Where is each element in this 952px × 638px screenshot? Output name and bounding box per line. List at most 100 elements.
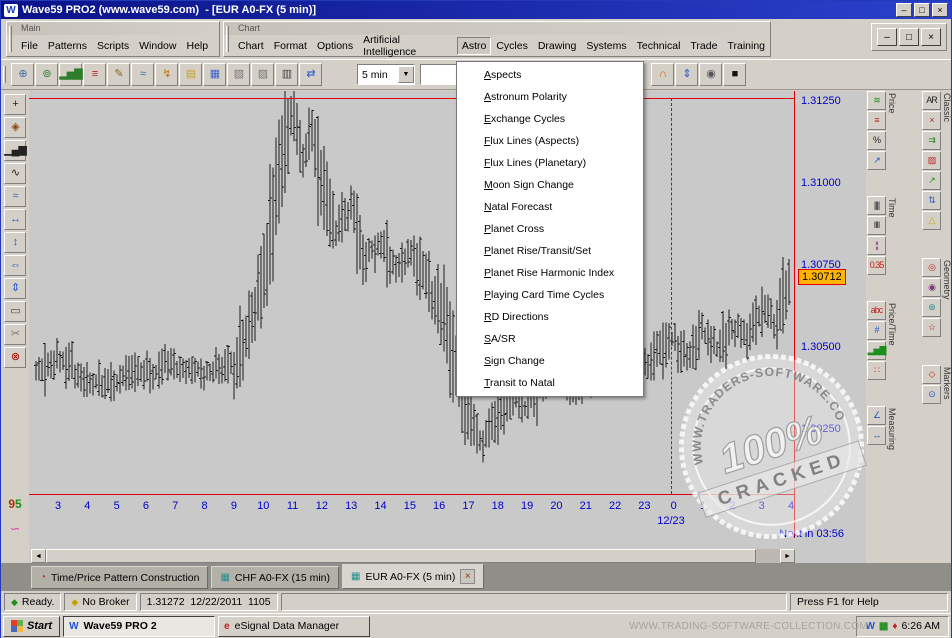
snapshot-icon[interactable]: ▧ — [227, 63, 250, 86]
astro-menu-item[interactable]: Planet Cross — [457, 218, 643, 240]
menu-cycles[interactable]: Cycles — [491, 37, 533, 55]
menu-options[interactable]: Options — [312, 37, 358, 55]
close-button[interactable]: × — [932, 3, 948, 17]
astro-menu-item[interactable]: Aspects — [457, 64, 643, 86]
measure-tool-icon[interactable]: ↔ — [867, 426, 886, 445]
ar-icon[interactable]: AR — [922, 91, 941, 110]
circle-tool-icon[interactable]: ◎ — [922, 258, 941, 277]
trend-arrows-icon[interactable]: ⇉ — [922, 131, 941, 150]
percent-icon[interactable]: % — [867, 131, 886, 150]
astro-menu-item[interactable]: Transit to Natal — [457, 372, 643, 394]
astro-menu-item[interactable]: Planet Rise Harmonic Index — [457, 262, 643, 284]
triangle-icon[interactable]: △ — [922, 211, 941, 230]
chart-plot[interactable] — [29, 91, 796, 546]
save-icon[interactable]: ▦ — [203, 63, 226, 86]
ohlc-icon[interactable]: ∩ — [651, 63, 674, 86]
grid-tool-icon[interactable]: # — [867, 321, 886, 340]
price-retracement-icon[interactable]: ≋ — [867, 91, 886, 110]
price-arrow-icon[interactable]: ↗ — [867, 151, 886, 170]
time-cycles-icon[interactable]: |||| — [867, 196, 886, 215]
print-icon[interactable]: ▥ — [275, 63, 298, 86]
lightning-icon[interactable]: ↯ — [155, 63, 178, 86]
chevron-down-icon[interactable]: ▼ — [398, 66, 414, 83]
tray-chart-icon[interactable]: ▦ — [879, 621, 888, 632]
lasso-tool-icon[interactable]: ∽ — [1, 521, 29, 537]
crosshair-tool-icon[interactable]: + — [4, 94, 26, 115]
menu-trade[interactable]: Trade — [685, 37, 722, 55]
astro-menu-item[interactable]: Playing Card Time Cycles — [457, 284, 643, 306]
astro-menu-item[interactable]: Flux Lines (Aspects) — [457, 130, 643, 152]
star-circle-icon[interactable]: ⊛ — [922, 298, 941, 317]
timeframe-select[interactable]: 5 min ▼ — [357, 64, 415, 85]
vertical-scale-icon[interactable]: ⇕ — [675, 63, 698, 86]
time-dividers-icon[interactable]: ¦¦ — [867, 236, 886, 255]
task-esignal[interactable]: e eSignal Data Manager — [218, 616, 370, 637]
tab-eur-a0-fx[interactable]: ▦ EUR A0-FX (5 min) × — [342, 564, 484, 589]
tab-time-price-pattern[interactable]: ◔ Time/Price Pattern Construction — [31, 566, 208, 589]
menu-patterns[interactable]: Patterns — [43, 37, 92, 55]
wave-tool-icon[interactable]: ≈ — [4, 186, 26, 207]
eye-icon[interactable]: ◉ — [699, 63, 722, 86]
task-wave59[interactable]: W Wave59 PRO 2 — [63, 616, 215, 637]
menu-chart[interactable]: Chart — [233, 37, 269, 55]
astro-menu-item[interactable]: Sign Change — [457, 350, 643, 372]
astro-menu-item[interactable]: Moon Sign Change — [457, 174, 643, 196]
minimize-button[interactable]: – — [896, 3, 912, 17]
horizontal-expand-icon[interactable]: ↔ — [4, 209, 26, 230]
star-tool-icon[interactable]: ☆ — [922, 318, 941, 337]
pan-tool-icon[interactable]: ◈ — [4, 117, 26, 138]
pattern-tool-icon[interactable]: ▂▅▇ — [867, 341, 886, 360]
astro-menu-item[interactable]: RD Directions — [457, 306, 643, 328]
scroll-left-button[interactable]: ◄ — [31, 549, 46, 563]
up-trend-icon[interactable]: ↗ — [922, 171, 941, 190]
astro-menu-item[interactable]: Exchange Cycles — [457, 108, 643, 130]
delete-tool-icon[interactable]: ⊗ — [4, 347, 26, 368]
draw-icon[interactable]: ✎ — [107, 63, 130, 86]
target-marker-icon[interactable]: ⊙ — [922, 385, 941, 404]
price-levels-icon[interactable]: ≡ — [867, 111, 886, 130]
close-tab-icon[interactable]: × — [460, 569, 475, 584]
astro-menu-item[interactable]: Planet Rise/Transit/Set — [457, 240, 643, 262]
astro-menu-item[interactable]: Flux Lines (Planetary) — [457, 152, 643, 174]
astro-menu-item[interactable]: Natal Forecast — [457, 196, 643, 218]
mdi-restore-button[interactable]: □ — [899, 28, 919, 46]
tray-esignal-icon[interactable]: ♦ — [892, 621, 897, 632]
spiral-tool-icon[interactable]: ◉ — [922, 278, 941, 297]
menu-format[interactable]: Format — [269, 37, 312, 55]
scale-tool-icon[interactable]: ⇕ — [4, 278, 26, 299]
label-tool-icon[interactable]: abc — [867, 301, 886, 320]
mdi-close-button[interactable]: × — [921, 28, 941, 46]
menu-technical[interactable]: Technical — [632, 37, 686, 55]
menu-training[interactable]: Training — [722, 37, 770, 55]
restore-button[interactable]: □ — [914, 3, 930, 17]
support-line[interactable] — [29, 494, 795, 495]
swap-icon[interactable]: ⇅ — [922, 191, 941, 210]
bars-tool-icon[interactable]: ▁▄▆ — [4, 140, 26, 161]
matrix-tool-icon[interactable]: ∷ — [867, 361, 886, 380]
refresh-icon[interactable]: ⇄ — [299, 63, 322, 86]
time-count-icon[interactable]: 0.35 — [867, 256, 886, 275]
resistance-line[interactable] — [29, 98, 795, 99]
toolbar-grip[interactable] — [9, 26, 12, 52]
shade-icon[interactable]: ▨ — [922, 151, 941, 170]
bar-chart-icon[interactable]: ▂▅▇ — [59, 63, 82, 86]
zoom-in-icon[interactable]: ⊕ — [11, 63, 34, 86]
open-file-icon[interactable]: ▤ — [179, 63, 202, 86]
mdi-minimize-button[interactable]: – — [877, 28, 897, 46]
vertical-expand-icon[interactable]: ↕ — [4, 232, 26, 253]
angle-tool-icon[interactable]: ∠ — [867, 406, 886, 425]
cut-tool-icon[interactable]: ✂ — [4, 324, 26, 345]
menu-file[interactable]: File — [16, 37, 43, 55]
screen-icon[interactable]: ■ — [723, 63, 746, 86]
menu-drawing[interactable]: Drawing — [533, 37, 582, 55]
menu-help[interactable]: Help — [181, 37, 213, 55]
toolbar-grip[interactable] — [3, 66, 6, 83]
toolbar-grip[interactable] — [226, 26, 229, 52]
menu-astro[interactable]: Astro — [457, 37, 492, 55]
range-tool-icon[interactable]: ⇔ — [4, 255, 26, 276]
start-button[interactable]: Start — [3, 616, 60, 637]
scroll-right-button[interactable]: ► — [780, 549, 795, 563]
wave-icon[interactable]: ≈ — [131, 63, 154, 86]
box-tool-icon[interactable]: ▭ — [4, 301, 26, 322]
time-bars-icon[interactable]: ‖‖ — [867, 216, 886, 235]
